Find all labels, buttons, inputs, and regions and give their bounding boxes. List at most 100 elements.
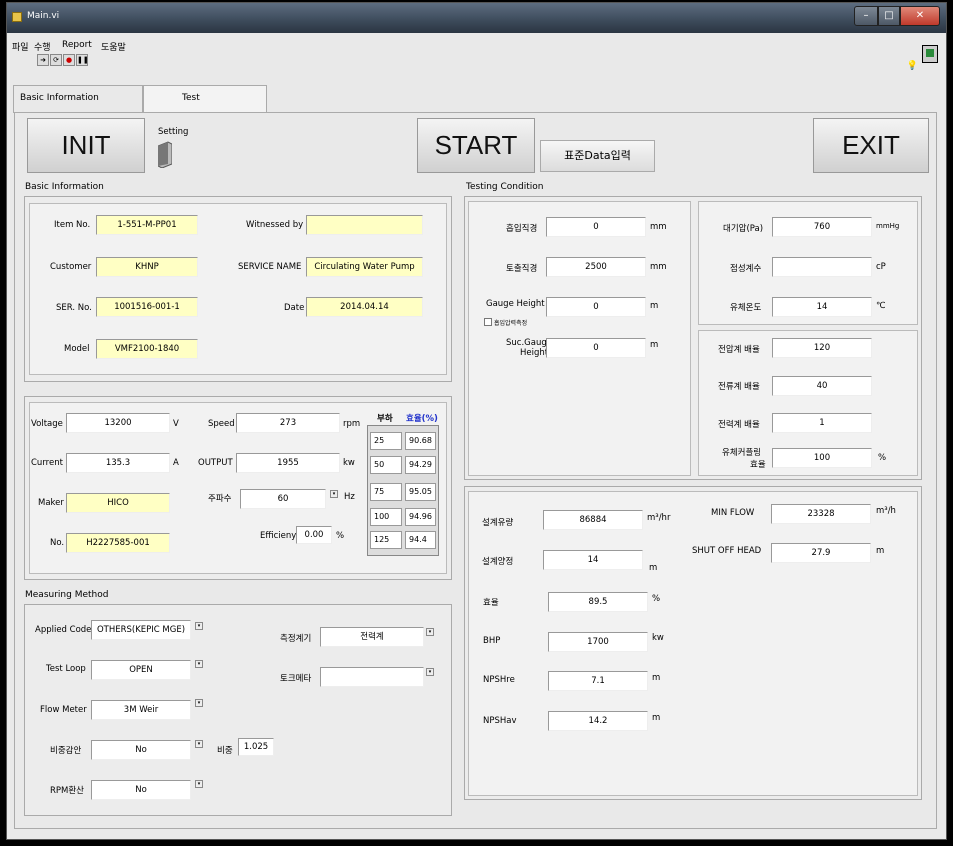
- min-flow-field[interactable]: 23328: [771, 504, 871, 524]
- instrument-select[interactable]: 전력계: [320, 627, 424, 647]
- frequency-field[interactable]: 60: [240, 489, 326, 509]
- testing-condition-title: Testing Condition: [466, 182, 544, 192]
- gauge-height-field[interactable]: 0: [546, 297, 646, 317]
- customer-field[interactable]: KHNP: [96, 257, 198, 277]
- test-loop-dropdown-icon[interactable]: ▾: [195, 660, 203, 668]
- suction-dia-label: 흡입직경: [506, 224, 538, 234]
- design-eff-unit: %: [652, 594, 661, 604]
- current-field[interactable]: 135.3: [66, 453, 170, 473]
- standard-data-input-button[interactable]: 표준Data입력: [540, 140, 655, 172]
- maker-label: Maker: [38, 498, 64, 508]
- npshav-field[interactable]: 14.2: [548, 711, 648, 731]
- bhp-field[interactable]: 1700: [548, 632, 648, 652]
- npshav-label: NPSHav: [483, 716, 517, 726]
- atm-pressure-field[interactable]: 760: [772, 217, 872, 237]
- design-head-unit: m: [649, 563, 658, 573]
- test-loop-select[interactable]: OPEN: [91, 660, 191, 680]
- setting-switch-icon[interactable]: [158, 138, 172, 168]
- design-eff-field[interactable]: 89.5: [548, 592, 648, 612]
- gauge-height-unit: m: [650, 301, 659, 311]
- efficiency-unit: %: [336, 531, 345, 541]
- sg-correction-select[interactable]: No: [91, 740, 191, 760]
- rpm-conversion-dropdown-icon[interactable]: ▾: [195, 780, 203, 788]
- instrument-dropdown-icon[interactable]: ▾: [426, 628, 434, 636]
- specific-gravity-field[interactable]: 1.025: [238, 738, 274, 756]
- frequency-dropdown-icon[interactable]: ▾: [330, 490, 338, 498]
- sg-correction-dropdown-icon[interactable]: ▾: [195, 740, 203, 748]
- power-mult-field[interactable]: 1: [772, 413, 872, 433]
- atm-pressure-label: 대기압(Pa): [723, 224, 764, 234]
- fluid-temp-label: 유체온도: [730, 303, 762, 313]
- volt-mult-field[interactable]: 120: [772, 338, 872, 358]
- rpm-conversion-select[interactable]: No: [91, 780, 191, 800]
- voltage-unit: V: [173, 419, 179, 429]
- specific-gravity-label: 비중: [217, 746, 233, 756]
- motor-no-field[interactable]: H2227585-001: [66, 533, 170, 553]
- instrument-label: 측정계기: [280, 634, 312, 644]
- suc-gauge-height-field[interactable]: 0: [546, 338, 646, 358]
- speed-label: Speed: [208, 419, 235, 429]
- witnessed-by-field[interactable]: [306, 215, 423, 235]
- efficiency-label: Efficieny: [260, 531, 297, 541]
- exit-button[interactable]: EXIT: [813, 118, 929, 173]
- npshre-field[interactable]: 7.1: [548, 671, 648, 691]
- coupling-eff-field[interactable]: 100: [772, 448, 872, 468]
- viscosity-field[interactable]: [772, 257, 872, 277]
- frequency-label: 주파수: [208, 494, 232, 504]
- torque-meter-label: 토크메타: [280, 674, 312, 684]
- load-header: 부하: [377, 414, 393, 424]
- service-name-label: SERVICE NAME: [238, 262, 302, 272]
- date-field[interactable]: 2014.04.14: [306, 297, 423, 317]
- fluid-temp-field[interactable]: 14: [772, 297, 872, 317]
- torque-meter-dropdown-icon[interactable]: ▾: [426, 668, 434, 676]
- torque-meter-select[interactable]: [320, 667, 424, 687]
- load-cell[interactable]: 25: [370, 432, 402, 450]
- design-flow-field[interactable]: 86884: [543, 510, 643, 530]
- speed-unit: rpm: [343, 419, 361, 429]
- load-cell[interactable]: 125: [370, 531, 402, 549]
- basic-info-title: Basic Information: [25, 182, 104, 192]
- start-button[interactable]: START: [417, 118, 535, 173]
- flow-meter-dropdown-icon[interactable]: ▾: [195, 699, 203, 707]
- discharge-dia-label: 토출직경: [506, 264, 538, 274]
- applied-code-dropdown-icon[interactable]: ▾: [195, 622, 203, 630]
- load-cell[interactable]: 75: [370, 483, 402, 501]
- eff-cell[interactable]: 94.29: [405, 456, 436, 474]
- min-flow-unit: m³/h: [876, 506, 896, 516]
- init-button[interactable]: INIT: [27, 118, 145, 173]
- design-head-label: 설계양정: [482, 557, 514, 567]
- flow-meter-label: Flow Meter: [40, 705, 87, 715]
- output-unit: kw: [343, 458, 355, 468]
- shutoff-head-field[interactable]: 27.9: [771, 543, 871, 563]
- eff-cell[interactable]: 94.96: [405, 508, 436, 526]
- output-field[interactable]: 1955: [236, 453, 340, 473]
- speed-field[interactable]: 273: [236, 413, 340, 433]
- design-head-field[interactable]: 14: [543, 550, 643, 570]
- eff-cell[interactable]: 94.4: [405, 531, 436, 549]
- coupling-eff-label-2: 효율: [750, 460, 766, 470]
- eff-cell[interactable]: 95.05: [405, 483, 436, 501]
- design-eff-label: 효율: [483, 598, 499, 608]
- suction-pressure-check-label: 흡입압력측정: [494, 320, 528, 327]
- applied-code-select[interactable]: OTHERS(KEPIC MGE): [91, 620, 191, 640]
- suction-pressure-checkbox[interactable]: [484, 318, 492, 326]
- volt-mult-label: 전압계 배율: [718, 345, 760, 355]
- model-field[interactable]: VMF2100-1840: [96, 339, 198, 359]
- item-no-field[interactable]: 1-551-M-PP01: [96, 215, 198, 235]
- flow-meter-select[interactable]: 3M Weir: [91, 700, 191, 720]
- applied-code-label: Applied Code: [35, 625, 92, 635]
- suction-dia-field[interactable]: 0: [546, 217, 646, 237]
- load-cell[interactable]: 50: [370, 456, 402, 474]
- discharge-dia-field[interactable]: 2500: [546, 257, 646, 277]
- service-name-field[interactable]: Circulating Water Pump: [306, 257, 423, 277]
- eff-cell[interactable]: 90.68: [405, 432, 436, 450]
- efficiency-field[interactable]: 0.00: [296, 526, 332, 544]
- curr-mult-field[interactable]: 40: [772, 376, 872, 396]
- load-cell[interactable]: 100: [370, 508, 402, 526]
- voltage-field[interactable]: 13200: [66, 413, 170, 433]
- design-flow-unit: m³/hr: [647, 513, 671, 523]
- npshre-label: NPSHre: [483, 675, 515, 685]
- ser-no-field[interactable]: 1001516-001-1: [96, 297, 198, 317]
- maker-field[interactable]: HICO: [66, 493, 170, 513]
- test-loop-label: Test Loop: [46, 664, 86, 674]
